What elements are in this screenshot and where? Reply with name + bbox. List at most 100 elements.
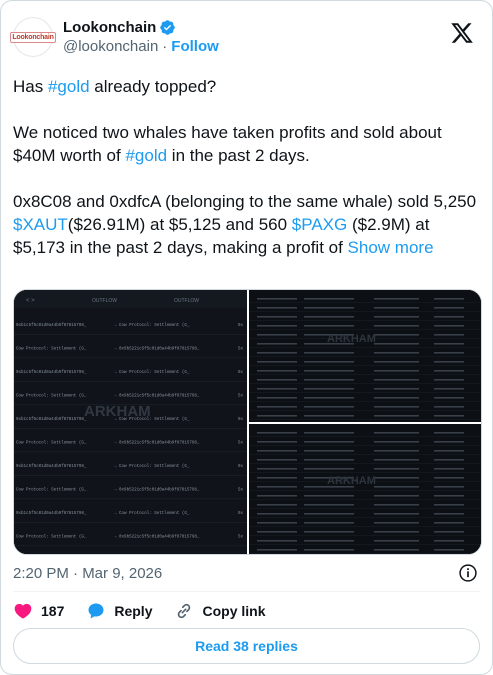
media-row-bar (257, 334, 297, 336)
media-row-bar (434, 522, 464, 524)
media-cell-text: 5x (238, 536, 244, 540)
media-cell-text: 5x (238, 395, 244, 399)
x-logo-icon[interactable] (450, 21, 474, 45)
media-row-bar (374, 495, 419, 497)
follow-button[interactable]: Follow (171, 37, 219, 57)
media-row-divider (249, 311, 481, 312)
svg-text:< >: < > (26, 298, 35, 304)
media-cell-text: 0xb1c5f5c01d0a44b9f87815798_ (16, 323, 87, 328)
media-row-bar (374, 370, 419, 372)
avatar-logo-text: Lookonchain (10, 31, 56, 43)
media-row-bar (374, 352, 419, 354)
author-handle[interactable]: @lookonchain (63, 37, 158, 57)
media-row-bar (434, 468, 464, 470)
media-cell-text: 0x (238, 418, 244, 422)
media-row-bar (257, 370, 297, 372)
media-row-bar (257, 486, 297, 488)
media-row-bar (434, 379, 464, 381)
media-row-bar (304, 504, 354, 506)
media-row-divider (249, 445, 481, 446)
media-row-bar (257, 379, 297, 381)
media-row-divider (249, 553, 481, 554)
divider (13, 591, 480, 592)
media-row-divider (249, 535, 481, 536)
media-row-divider (249, 454, 481, 455)
media-cell-text: 0x (238, 324, 244, 328)
author-display-name[interactable]: Lookonchain (63, 19, 156, 36)
media-row-bar (257, 495, 297, 497)
media-cell-text: 0x (238, 465, 244, 469)
svg-text:ARKHAM: ARKHAM (327, 333, 376, 345)
media-image-left[interactable]: < > OUTFLOW OUTFLOW 0xb1c5f5c01d0a44b9f8… (14, 290, 247, 555)
media-row-bar (257, 468, 297, 470)
media-row-bar (257, 325, 297, 327)
media-row-divider (249, 508, 481, 509)
media-row-divider (249, 472, 481, 473)
post-text: Has #gold already topped? We noticed two… (13, 75, 483, 259)
media-row-bar (434, 432, 464, 434)
read-replies-button[interactable]: Read 38 replies (13, 628, 480, 664)
media-row-bar (257, 415, 297, 417)
media-cell-text: → 0x9b5221c5f5c01d0a44b9f87815798_ (114, 394, 200, 399)
media-row-bar (304, 432, 354, 434)
reply-button[interactable]: Reply (86, 601, 152, 621)
media-row-bar (434, 334, 464, 336)
hashtag-gold[interactable]: #gold (48, 77, 90, 96)
cashtag-paxg[interactable]: $PAXG (292, 215, 347, 234)
media-image-right-top[interactable]: ARKHAM (249, 290, 482, 422)
media-row-bar (304, 406, 354, 408)
link-icon (178, 603, 191, 619)
like-count: 187 (41, 603, 65, 619)
media-cell-text: 5x (238, 442, 244, 446)
copy-link-button[interactable]: Copy link (174, 601, 266, 621)
media-row-divider (249, 419, 481, 420)
post-header: Lookonchain Lookonchain @lookonchain · F… (10, 15, 480, 59)
media-cell-text: Cow Protocol: Settlement (G_ (16, 535, 87, 540)
media-row-bar (304, 415, 354, 417)
media-row-bar (304, 352, 354, 354)
post-paragraph-3: 0x8C08 and 0xdfcA (belonging to the same… (13, 192, 477, 257)
cashtag-xaut[interactable]: $XAUT (13, 215, 68, 234)
media-cell-text: → Cow Protocol: Settlement (G_ (114, 323, 190, 328)
media-row-bar (257, 459, 297, 461)
media-row-bar (304, 370, 354, 372)
media-row-bar (257, 397, 297, 399)
media-row-bar (257, 361, 297, 363)
media-cell-text: 5x (238, 348, 244, 352)
media-row-bar (434, 397, 464, 399)
show-more-link[interactable]: Show more (348, 238, 434, 257)
media-row-bar (304, 459, 354, 461)
media-row-bar (304, 513, 354, 515)
media-row-bar (304, 441, 354, 443)
verified-badge-icon (160, 19, 176, 35)
author-info: Lookonchain @lookonchain · Follow (63, 17, 219, 57)
media-row-divider (249, 374, 481, 375)
avatar[interactable]: Lookonchain (10, 17, 56, 57)
info-icon[interactable] (458, 563, 478, 583)
media-cell-text: → 0x9b5221c5f5c01d0a44b9f87815798_ (114, 488, 200, 493)
media-row-divider (249, 320, 481, 321)
hashtag-gold-2[interactable]: #gold (125, 146, 167, 165)
reply-bubble-icon (88, 603, 104, 619)
media-row-bar (434, 388, 464, 390)
media-row-divider (249, 526, 481, 527)
media-row-divider (249, 302, 481, 303)
svg-text:ARKHAM: ARKHAM (327, 475, 376, 487)
post-timestamp[interactable]: 2:20 PM · Mar 9, 2026 (13, 564, 162, 584)
media-row-bar (304, 379, 354, 381)
media-row-bar (257, 307, 297, 309)
copy-link-label: Copy link (202, 603, 266, 619)
media-row-bar (257, 549, 297, 551)
media-row-bar (304, 522, 354, 524)
media-row-divider (249, 383, 481, 384)
media-row-divider (249, 410, 481, 411)
like-button[interactable]: 187 (13, 601, 64, 621)
media-row-bar (434, 531, 464, 533)
media-cell-text: 0x (238, 512, 244, 516)
media-row-bar (257, 316, 297, 318)
media-image-right-bottom[interactable]: ARKHAM (249, 424, 482, 555)
dot-separator: · (162, 38, 168, 55)
media-row-bar (304, 388, 354, 390)
media-row-bar (374, 316, 419, 318)
read-replies-label: Read 38 replies (195, 638, 298, 654)
